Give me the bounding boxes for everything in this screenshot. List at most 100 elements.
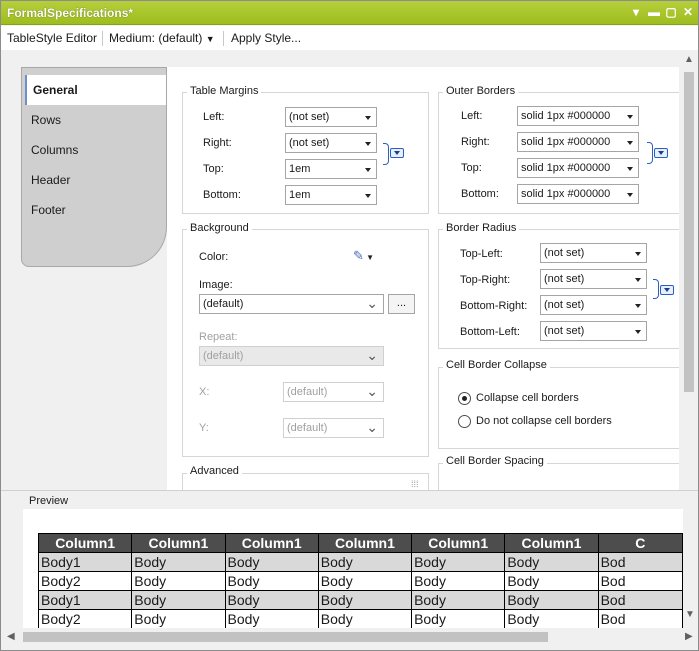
vertical-scroll-thumb[interactable] xyxy=(684,72,694,392)
cell-border-collapse-title: Cell Border Collapse xyxy=(443,359,550,371)
scroll-right-icon[interactable]: ▶ xyxy=(685,631,693,642)
close-icon[interactable]: ✕ xyxy=(681,5,695,19)
general-panel: Table Margins Left: (not set) Right: (no… xyxy=(167,67,679,490)
minimize-icon[interactable]: ▬ xyxy=(647,5,661,19)
body-cell: Body xyxy=(224,609,319,629)
style-dropdown[interactable]: Medium: (default) ▼ xyxy=(109,31,215,45)
vertical-scrollbar[interactable]: ▲ xyxy=(680,50,698,490)
table-row: Body1 Body Body Body Body Body Bod xyxy=(37,552,683,572)
body-cell: Body xyxy=(317,552,413,572)
margins-link-dropdown-icon[interactable] xyxy=(390,148,404,158)
body-cell: Body xyxy=(131,609,226,629)
color-picker-icon[interactable]: ✎ ▼ xyxy=(353,248,374,264)
border-right-select[interactable]: solid 1px #000000 xyxy=(517,132,639,152)
header-cell: Column1 xyxy=(504,533,599,553)
borders-link-dropdown-icon[interactable] xyxy=(654,148,668,158)
header-cell: Column1 xyxy=(411,533,506,553)
body-cell: Body xyxy=(411,590,506,610)
cell-border-collapse-group xyxy=(438,367,679,449)
advanced-title: Advanced xyxy=(187,465,242,477)
scroll-left-icon[interactable]: ◀ xyxy=(7,631,15,642)
margin-right-select[interactable]: (not set) xyxy=(285,133,377,153)
border-right-label: Right: xyxy=(461,136,490,148)
margin-right-label: Right: xyxy=(203,137,232,149)
horizontal-scrollbar[interactable]: ◀ ▶ xyxy=(1,628,698,646)
maximize-icon[interactable]: ▢ xyxy=(664,5,678,19)
apply-style-button[interactable]: Apply Style... xyxy=(231,31,301,45)
tab-footer[interactable]: Footer xyxy=(25,195,166,225)
splitter-grip[interactable]: ⁞⁞⁞ xyxy=(411,479,419,489)
borders-link-brace xyxy=(647,142,653,164)
preview-scroll-down-icon[interactable]: ▼ xyxy=(685,609,695,620)
radius-link-dropdown-icon[interactable] xyxy=(660,285,674,295)
preview-table: Column1 Column1 Column1 Column1 Column1 … xyxy=(37,533,683,629)
body-cell: Body xyxy=(504,609,599,629)
body-cell: Bod xyxy=(597,552,683,572)
tab-header[interactable]: Header xyxy=(25,165,166,195)
body-cell: Body xyxy=(131,552,226,572)
body-cell: Body2 xyxy=(37,609,133,629)
margin-left-select[interactable]: (not set) xyxy=(285,107,377,127)
radius-bottom-right-select[interactable]: (not set) xyxy=(540,295,647,315)
radius-top-left-label: Top-Left: xyxy=(460,248,503,260)
tab-rows[interactable]: Rows xyxy=(25,105,166,135)
no-collapse-label[interactable]: Do not collapse cell borders xyxy=(476,415,612,427)
body-cell: Body xyxy=(224,590,319,610)
radius-bottom-right-label: Bottom-Right: xyxy=(460,300,528,312)
margin-bottom-select[interactable]: 1em xyxy=(285,185,377,205)
body-cell: Body xyxy=(504,552,599,572)
browse-image-button[interactable]: ... xyxy=(388,294,415,314)
body-cell: Body1 xyxy=(37,552,133,572)
collapse-radio[interactable] xyxy=(458,392,471,405)
margin-left-label: Left: xyxy=(203,111,225,123)
horizontal-scroll-thumb[interactable] xyxy=(23,632,548,642)
window-menu-icon[interactable]: ▾ xyxy=(629,5,643,19)
header-cell: Column1 xyxy=(317,533,413,553)
body-cell: Body xyxy=(504,590,599,610)
radius-top-left-select[interactable]: (not set) xyxy=(540,243,647,263)
border-bottom-select[interactable]: solid 1px #000000 xyxy=(517,184,639,204)
cell-border-spacing-group xyxy=(438,463,679,490)
body-cell: Body xyxy=(504,571,599,591)
bg-image-label: Image: xyxy=(199,279,233,291)
border-left-label: Left: xyxy=(461,110,483,122)
preview-title: Preview xyxy=(29,495,69,507)
body-cell: Body xyxy=(411,609,506,629)
preview-header-row: Column1 Column1 Column1 Column1 Column1 … xyxy=(37,533,683,553)
table-row: Body2 Body Body Body Body Body Bod xyxy=(37,571,683,591)
table-row: Body1 Body Body Body Body Body Bod xyxy=(37,590,683,610)
body-cell: Body xyxy=(317,609,413,629)
collapse-label[interactable]: Collapse cell borders xyxy=(476,392,579,404)
scroll-up-icon[interactable]: ▲ xyxy=(684,54,694,65)
border-top-select[interactable]: solid 1px #000000 xyxy=(517,158,639,178)
bg-y-select[interactable]: (default) xyxy=(283,418,384,438)
body-cell: Body2 xyxy=(37,571,133,591)
toolbar-separator xyxy=(102,31,103,46)
editor-content: General Rows Columns Header Footer Table… xyxy=(1,50,698,490)
tab-general[interactable]: General xyxy=(25,75,166,105)
border-left-select[interactable]: solid 1px #000000 xyxy=(517,106,639,126)
bg-x-select[interactable]: (default) xyxy=(283,382,384,402)
border-bottom-label: Bottom: xyxy=(461,188,499,200)
toolbar-separator xyxy=(223,31,224,46)
header-cell: Column1 xyxy=(37,533,133,553)
tab-columns[interactable]: Columns xyxy=(25,135,166,165)
background-title: Background xyxy=(187,222,252,234)
body-cell: Body xyxy=(131,590,226,610)
radius-top-right-select[interactable]: (not set) xyxy=(540,269,647,289)
radius-bottom-left-select[interactable]: (not set) xyxy=(540,321,647,341)
table-row: Body2 Body Body Body Body Body Bod xyxy=(37,609,683,629)
border-radius-title: Border Radius xyxy=(443,222,520,234)
margin-top-select[interactable]: 1em xyxy=(285,159,377,179)
bg-color-label: Color: xyxy=(199,251,229,263)
radius-bottom-left-label: Bottom-Left: xyxy=(460,326,520,338)
margin-top-label: Top: xyxy=(203,163,224,175)
body-cell: Bod xyxy=(597,571,683,591)
body-cell: Bod xyxy=(597,590,683,610)
header-cell: Column1 xyxy=(224,533,319,553)
no-collapse-radio[interactable] xyxy=(458,415,471,428)
body-cell: Body xyxy=(131,571,226,591)
bg-repeat-select[interactable]: (default) xyxy=(199,346,384,366)
bg-image-select[interactable]: (default) xyxy=(199,294,384,314)
body-cell: Body xyxy=(411,552,506,572)
